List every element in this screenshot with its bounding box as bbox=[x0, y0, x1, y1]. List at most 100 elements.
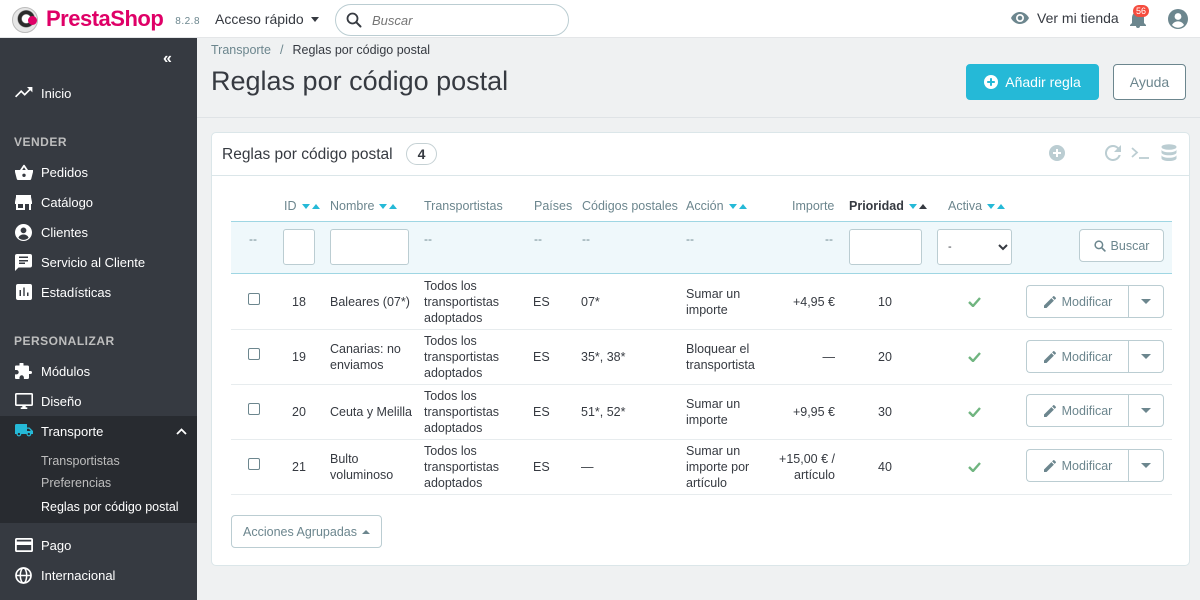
zip-rules-panel: Reglas por código postal 4 ID Nombre Tra… bbox=[211, 132, 1190, 566]
row-actions-dropdown[interactable] bbox=[1128, 449, 1164, 482]
cell-zip: 35*, 38* bbox=[581, 350, 626, 364]
search-icon bbox=[1093, 239, 1106, 252]
quick-access-dropdown[interactable]: Acceso rápido bbox=[215, 11, 319, 27]
cell-priority: 30 bbox=[878, 405, 892, 419]
sidebar-item-orders[interactable]: Pedidos bbox=[0, 157, 197, 187]
database-icon[interactable] bbox=[1161, 144, 1177, 162]
row-actions-dropdown[interactable] bbox=[1128, 340, 1164, 373]
edit-button[interactable]: Modificar bbox=[1026, 449, 1129, 482]
cell-zip: 51*, 52* bbox=[581, 405, 626, 419]
cell-name-line: Canarias: no bbox=[330, 342, 401, 356]
notification-badge: 56 bbox=[1133, 5, 1150, 17]
filter-name-input[interactable] bbox=[330, 229, 409, 265]
refresh-icon[interactable] bbox=[1105, 145, 1121, 161]
sql-query-icon[interactable] bbox=[1131, 145, 1151, 161]
desktop-icon bbox=[14, 392, 33, 411]
cell-carriers-line: adoptados bbox=[424, 476, 483, 490]
sidebar-item-modules[interactable]: Módulos bbox=[0, 356, 197, 386]
column-header-carriers: Transportistas bbox=[424, 199, 503, 213]
help-button[interactable]: Ayuda bbox=[1113, 64, 1186, 100]
collapse-sidebar-icon[interactable]: « bbox=[163, 50, 172, 68]
cell-action: Sumar un importe bbox=[686, 286, 740, 318]
filter-placeholder: -- bbox=[686, 232, 694, 246]
column-label-amount: Importe bbox=[792, 199, 835, 213]
sort-icon[interactable] bbox=[908, 203, 927, 209]
breadcrumb-parent-link[interactable]: Transporte bbox=[211, 43, 271, 57]
prestashop-logo[interactable]: PrestaShop 8.2.8 bbox=[8, 4, 200, 34]
sidebar-item-payment[interactable]: Pago bbox=[0, 530, 197, 560]
puffin-logo-icon bbox=[8, 4, 42, 34]
filter-placeholder: -- bbox=[534, 232, 542, 246]
edit-button[interactable]: Modificar bbox=[1026, 285, 1129, 318]
submenu-item-preferences[interactable]: Preferencias bbox=[41, 476, 111, 490]
row-checkbox[interactable] bbox=[248, 403, 260, 415]
cell-carriers: Todos los transportistas adoptados bbox=[424, 388, 499, 436]
shopping-basket-icon bbox=[14, 163, 33, 182]
column-header-active[interactable]: Activa bbox=[948, 199, 1006, 213]
column-header-name[interactable]: Nombre bbox=[330, 199, 398, 213]
sidebar-item-international[interactable]: Internacional bbox=[0, 560, 197, 590]
sidebar-item-stats[interactable]: Estadísticas bbox=[0, 277, 197, 307]
filter-placeholder: -- bbox=[825, 232, 833, 246]
cell-name-line: voluminoso bbox=[330, 468, 394, 482]
sidebar-item-home[interactable]: Inicio bbox=[0, 78, 197, 108]
row-checkbox[interactable] bbox=[248, 348, 260, 360]
column-header-action[interactable]: Acción bbox=[686, 199, 747, 213]
cell-name-line: Bulto bbox=[330, 452, 359, 466]
search-input[interactable] bbox=[372, 12, 542, 28]
pencil-icon bbox=[1043, 404, 1056, 417]
check-icon[interactable] bbox=[968, 462, 981, 472]
cell-amount: +4,95 € bbox=[752, 294, 835, 310]
cell-name: Canarias: no enviamos bbox=[330, 341, 401, 373]
cell-carriers-line: transportistas bbox=[424, 295, 500, 309]
cell-name-line: Ceuta y Melilla bbox=[330, 405, 412, 419]
filter-priority-input[interactable] bbox=[849, 229, 922, 265]
sidebar-item-customer-service[interactable]: Servicio al Cliente bbox=[0, 247, 197, 277]
sort-icon[interactable] bbox=[379, 203, 398, 209]
column-header-id[interactable]: ID bbox=[284, 199, 320, 213]
add-circle-icon bbox=[984, 75, 999, 89]
sort-icon[interactable] bbox=[728, 203, 747, 209]
sidebar-item-shipping[interactable]: Transporte bbox=[0, 416, 197, 446]
row-actions-dropdown[interactable] bbox=[1128, 394, 1164, 427]
bulk-actions-button[interactable]: Acciones Agrupadas bbox=[231, 515, 382, 548]
sidebar-item-design[interactable]: Diseño bbox=[0, 386, 197, 416]
check-icon[interactable] bbox=[968, 352, 981, 362]
cell-name: Bulto voluminoso bbox=[330, 451, 393, 483]
sidebar-label-design: Diseño bbox=[41, 393, 82, 409]
header-divider bbox=[197, 117, 1200, 118]
row-checkbox[interactable] bbox=[248, 458, 260, 470]
edit-button[interactable]: Modificar bbox=[1026, 394, 1129, 427]
cell-country: ES bbox=[533, 350, 550, 364]
sidebar-item-customers[interactable]: Clientes bbox=[0, 217, 197, 247]
filter-active-select[interactable]: - bbox=[937, 229, 1012, 265]
chevron-down-icon bbox=[310, 16, 319, 22]
check-icon[interactable] bbox=[968, 407, 981, 417]
chat-icon bbox=[14, 253, 33, 272]
account-button[interactable] bbox=[1168, 9, 1188, 32]
row-checkbox[interactable] bbox=[248, 293, 260, 305]
sort-icon[interactable] bbox=[301, 203, 320, 209]
sidebar-item-catalog[interactable]: Catálogo bbox=[0, 187, 197, 217]
breadcrumb: Transporte / Reglas por código postal bbox=[211, 43, 430, 57]
add-rule-button[interactable]: Añadir regla bbox=[966, 64, 1099, 100]
sort-icon[interactable] bbox=[987, 203, 1006, 209]
search-box[interactable] bbox=[335, 4, 569, 36]
submenu-item-carriers[interactable]: Transportistas bbox=[41, 454, 120, 468]
sidebar-label-modules: Módulos bbox=[41, 363, 91, 379]
top-header: PrestaShop 8.2.8 Acceso rápido Ver mi ti… bbox=[0, 0, 1200, 38]
edit-button[interactable]: Modificar bbox=[1026, 340, 1129, 373]
cell-carriers-line: transportistas bbox=[424, 460, 500, 474]
cell-name: Ceuta y Melilla bbox=[330, 404, 412, 420]
check-icon[interactable] bbox=[968, 297, 981, 307]
filter-search-button[interactable]: Buscar bbox=[1079, 229, 1164, 262]
view-store-link[interactable]: Ver mi tienda bbox=[1011, 10, 1119, 26]
row-actions-dropdown[interactable] bbox=[1128, 285, 1164, 318]
cell-zip: — bbox=[581, 460, 594, 474]
cell-carriers-line: adoptados bbox=[424, 311, 483, 325]
column-header-priority[interactable]: Prioridad bbox=[849, 199, 927, 213]
add-new-icon[interactable] bbox=[1049, 145, 1065, 161]
filter-id-input[interactable] bbox=[283, 229, 315, 265]
column-label-name: Nombre bbox=[330, 199, 375, 213]
submenu-item-zip-rules[interactable]: Reglas por código postal bbox=[41, 500, 179, 514]
